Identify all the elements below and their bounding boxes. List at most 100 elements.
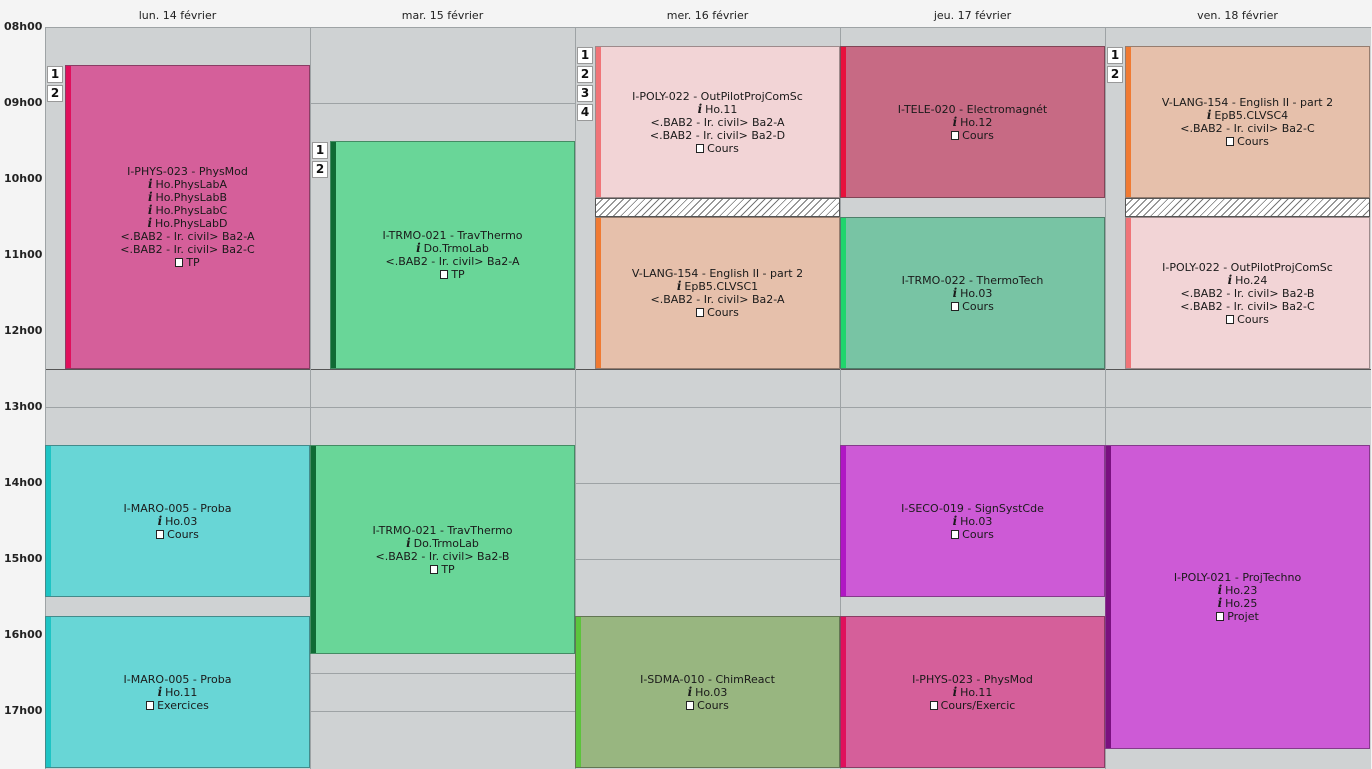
- group-number-gutter: 12: [47, 66, 65, 104]
- slot-divider: [311, 369, 576, 370]
- event-type-label: Cours: [962, 527, 994, 541]
- event-block[interactable]: I-SECO-019 - SignSystCde i Ho.03 Cours: [840, 445, 1105, 597]
- event-block[interactable]: I-MARO-005 - Proba i Ho.03 Cours: [45, 445, 310, 597]
- event-room: i Ho.PhysLabB: [148, 191, 228, 205]
- event-title: I-POLY-021 - ProjTechno: [1173, 571, 1302, 584]
- event-type-label: Cours: [167, 527, 199, 541]
- event-type: Cours: [686, 699, 729, 712]
- event-room-label: Do.TrmoLab: [423, 242, 489, 255]
- event-block[interactable]: I-POLY-022 - OutPilotProjComSc i Ho.24 <.BA…: [1125, 217, 1370, 369]
- event-room-label: EpB5.CLVSC4: [1214, 109, 1289, 122]
- time-label: 14h00: [4, 476, 43, 489]
- event-room: i Ho.PhysLabC: [148, 204, 227, 218]
- slot-divider: [311, 673, 576, 674]
- type-icon: [686, 700, 695, 710]
- info-icon: i: [1217, 596, 1223, 610]
- event-type-label: Cours: [962, 299, 994, 313]
- event-color-bar: [596, 47, 601, 197]
- day-header: jeu. 17 février: [933, 9, 1012, 22]
- info-icon: i: [1206, 108, 1212, 122]
- slot-divider: [576, 407, 841, 408]
- event-block[interactable]: I-TRMO-021 - TravThermo i Do.TrmoLab <.BAB2…: [310, 445, 575, 654]
- group-number-badge: 2: [577, 66, 593, 83]
- event-type: TP: [430, 562, 455, 576]
- event-type-label: TP: [441, 562, 455, 576]
- event-block[interactable]: I-TRMO-021 - TravThermo i Do.TrmoLab <.BAB2…: [330, 141, 575, 369]
- event-block[interactable]: I-TRMO-022 - ThermoTech i Ho.03 Cours: [840, 217, 1105, 369]
- time-label: 08h00: [4, 20, 43, 33]
- event-room-label: Ho.PhysLabB: [155, 191, 228, 204]
- event-color-bar: [1106, 446, 1111, 748]
- info-icon: i: [952, 684, 958, 699]
- time-label: 15h00: [4, 552, 43, 565]
- group-number-badge: 1: [1107, 47, 1123, 64]
- info-icon: i: [676, 279, 682, 293]
- info-icon: i: [1227, 272, 1233, 287]
- event-type: TP: [175, 256, 200, 269]
- event-group: <.BAB2 - Ir. civil> Ba2-A: [120, 230, 255, 243]
- event-room: i Ho.PhysLabD: [147, 217, 228, 231]
- type-icon: [951, 130, 960, 140]
- event-type: Cours: [1226, 135, 1269, 148]
- event-title: I-PHYS-023 - PhysMod: [127, 165, 248, 178]
- event-block[interactable]: I-PHYS-023 - PhysMod i Ho.11 Cours/Exercic: [840, 616, 1105, 768]
- info-icon: i: [952, 285, 958, 300]
- event-title: I-TELE-020 - Electromagnét: [897, 102, 1048, 116]
- event-type: Cours: [951, 129, 994, 142]
- slot-divider: [46, 407, 311, 408]
- slot-divider: [46, 27, 311, 28]
- type-icon: [156, 529, 165, 539]
- event-type: Cours: [696, 306, 739, 319]
- event-title: I-MARO-005 - Proba: [123, 501, 232, 515]
- group-number-badge: 3: [577, 85, 593, 102]
- day-header: ven. 18 février: [1197, 9, 1278, 22]
- group-number-badge: 1: [577, 47, 593, 64]
- event-block[interactable]: I-PHYS-023 - PhysMod i Ho.PhysLabA i Ho.Phys…: [65, 65, 310, 369]
- event-color-bar: [46, 617, 51, 767]
- event-room: i Ho.03: [952, 285, 993, 300]
- slot-divider: [311, 711, 576, 712]
- event-room-label: Ho.24: [1235, 273, 1268, 287]
- event-type: TP: [440, 268, 465, 281]
- event-block[interactable]: I-POLY-021 - ProjTechno i Ho.23 i Ho.25 Proje…: [1105, 445, 1370, 749]
- event-room-label: Ho.11: [705, 102, 738, 116]
- type-icon: [696, 308, 705, 317]
- event-type-label: Cours/Exercic: [940, 698, 1016, 712]
- event-block[interactable]: I-POLY-022 - OutPilotProjComSc i Ho.11 <.BA…: [595, 46, 840, 198]
- event-room-label: Ho.PhysLabA: [155, 178, 228, 191]
- event-room-label: Ho.PhysLabD: [155, 217, 228, 230]
- type-icon: [430, 564, 439, 574]
- event-room: i Ho.03: [953, 514, 993, 528]
- event-room: i Ho.11: [952, 684, 993, 699]
- event-room-label: Do.TrmoLab: [413, 536, 479, 550]
- type-icon: [951, 301, 960, 311]
- event-block[interactable]: V-LANG-154 - English II - part 2 i EpB5.CL…: [1125, 46, 1370, 198]
- group-number-badge: 1: [47, 66, 63, 83]
- group-number-badge: 2: [312, 161, 328, 178]
- time-label: 10h00: [4, 172, 43, 185]
- event-group: <.BAB2 - Ir. civil> Ba2-C: [1180, 299, 1315, 313]
- event-block[interactable]: V-LANG-154 - English II - part 2 i EpB5.CL…: [595, 217, 840, 369]
- event-room-label: Ho.03: [695, 685, 728, 699]
- type-icon: [1226, 314, 1235, 324]
- event-group: <.BAB2 - Ir. civil> Ba2-A: [650, 115, 785, 129]
- slot-divider: [46, 369, 311, 370]
- group-number-badge: 1: [312, 142, 328, 159]
- slot-divider: [1106, 369, 1371, 370]
- event-room-label: Ho.23: [1225, 584, 1258, 597]
- info-icon: i: [157, 684, 163, 699]
- type-icon: [1226, 137, 1235, 146]
- event-color-bar: [576, 617, 581, 767]
- group-number-gutter: 12: [312, 142, 330, 180]
- type-icon: [146, 700, 155, 710]
- event-color-bar: [66, 66, 71, 368]
- event-room-label: Ho.03: [165, 514, 198, 528]
- time-label: 12h00: [4, 324, 43, 337]
- event-block[interactable]: I-TELE-020 - Electromagnét i Ho.12 Cours: [840, 46, 1105, 198]
- time-label: 17h00: [4, 704, 43, 717]
- type-icon: [929, 700, 938, 710]
- event-type-label: Exercices: [157, 698, 209, 712]
- event-type-label: Cours: [697, 698, 729, 712]
- event-block[interactable]: I-MARO-005 - Proba i Ho.11 Exercices: [45, 616, 310, 768]
- event-block[interactable]: I-SDMA-010 - ChimReact i Ho.03 Cours: [575, 616, 840, 768]
